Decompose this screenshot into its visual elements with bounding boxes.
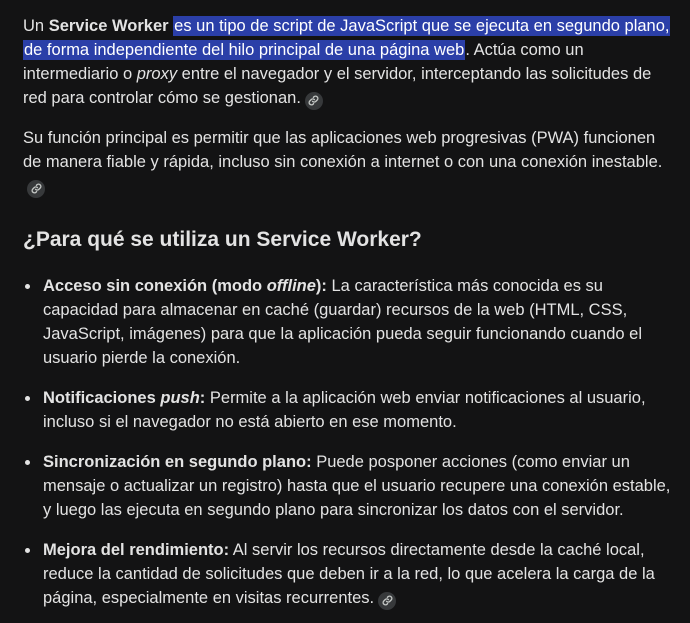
- intro-paragraph-1: Un Service Worker es un tipo de script d…: [23, 14, 673, 110]
- section-heading: ¿Para qué se utiliza un Service Worker?: [23, 228, 422, 251]
- intro-p2-text: Su función principal es permitir que las…: [23, 129, 663, 171]
- service-worker-term: Service Worker: [48, 17, 169, 35]
- item-title: Acceso sin conexión (modo offline):: [43, 277, 327, 295]
- item-title: Sincronización en segundo plano:: [43, 453, 312, 471]
- link-icon: [31, 183, 41, 194]
- link-icon: [382, 595, 393, 606]
- uses-list: Acceso sin conexión (modo offline): La c…: [23, 274, 673, 610]
- intro-prefix: Un: [23, 17, 49, 35]
- item-title: Mejora del rendimiento:: [43, 541, 230, 559]
- intro-paragraph-2: Su función principal es permitir que las…: [23, 126, 673, 198]
- source-link-button[interactable]: [304, 91, 323, 110]
- proxy-term: proxy: [136, 65, 178, 83]
- source-link-button[interactable]: [378, 591, 397, 610]
- list-item-push: Notificaciones push: Permite a la aplica…: [23, 386, 673, 434]
- list-item-offline: Acceso sin conexión (modo offline): La c…: [23, 274, 673, 370]
- item-title: Notificaciones push:: [43, 389, 206, 407]
- list-item-sync: Sincronización en segundo plano: Puede p…: [23, 450, 673, 522]
- source-link-button[interactable]: [27, 179, 45, 198]
- list-item-performance: Mejora del rendimiento: Al servir los re…: [23, 538, 673, 610]
- response-content: Un Service Worker es un tipo de script d…: [23, 14, 673, 623]
- link-icon: [308, 95, 319, 106]
